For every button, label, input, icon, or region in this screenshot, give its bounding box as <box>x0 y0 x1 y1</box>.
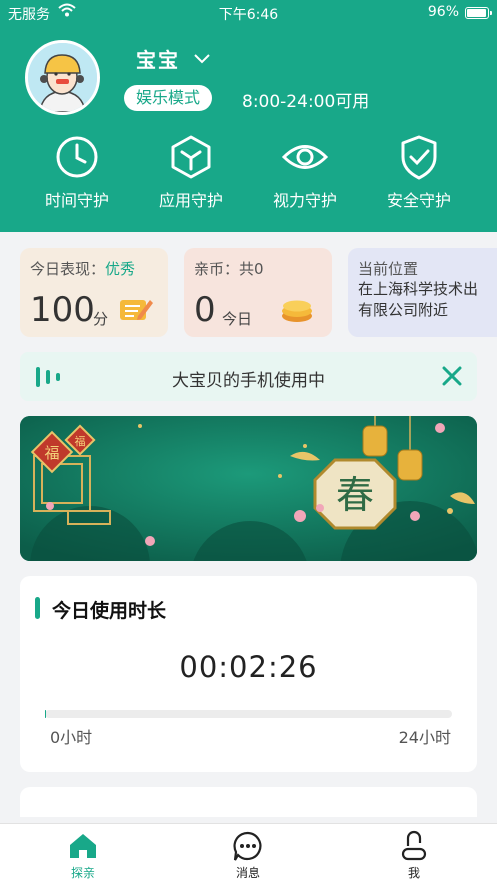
tab-me[interactable]: 我 <box>364 830 464 881</box>
svg-text:福: 福 <box>75 434 86 448</box>
performance-rating: 优秀 <box>105 260 136 278</box>
tab-home[interactable]: 探亲 <box>33 830 133 881</box>
tab-me-label: 我 <box>407 866 420 880</box>
battery-percent: 96% <box>427 4 459 20</box>
coin-card[interactable]: 亲币：共0 0 今日 <box>184 248 332 337</box>
header: 无服务 下午6:46 96% 宝宝 娱乐模式 8:00-24:00可用 时间守护… <box>0 0 497 232</box>
location-title: 当前位置 <box>358 260 419 278</box>
coin-stack-icon <box>282 300 312 322</box>
shield-check-icon <box>401 135 437 180</box>
tab-home-label: 探亲 <box>70 866 95 880</box>
svg-text:福: 福 <box>44 444 59 462</box>
svg-text:春: 春 <box>336 473 374 517</box>
performance-unit: 分 <box>93 310 109 328</box>
banner-illustration: 福 福 春 <box>20 416 477 561</box>
status-bar: 无服务 下午6:46 96% <box>0 0 497 26</box>
performance-score: 100 <box>30 290 95 330</box>
guard-app-button[interactable]: 应用守护 <box>141 133 241 211</box>
avatar[interactable] <box>25 40 100 115</box>
note-pencil-icon <box>120 300 153 320</box>
coin-title: 亲币：共0 <box>194 260 264 278</box>
notice-text: 大宝贝的手机使用中 <box>172 371 325 391</box>
eye-icon <box>281 145 329 169</box>
coin-value: 0 <box>194 290 216 330</box>
battery-icon <box>465 7 492 19</box>
guard-time-label: 时间守护 <box>44 191 109 210</box>
location-line-1: 在上海科学技术出 <box>358 280 479 298</box>
profile-icon <box>401 830 427 861</box>
available-time: 8:00-24:00可用 <box>242 92 370 112</box>
guard-vision-label: 视力守护 <box>272 191 337 210</box>
guard-safety-button[interactable]: 安全守护 <box>369 133 469 211</box>
location-line-2: 有限公司附近 <box>358 301 449 319</box>
usage-notice[interactable]: 大宝贝的手机使用中 <box>20 352 477 401</box>
title-accent-bar <box>35 597 40 619</box>
usage-min-label: 0小时 <box>50 728 93 747</box>
usage-progress-bar <box>45 710 452 718</box>
home-icon <box>70 834 96 858</box>
bottom-tab-bar: 探亲 消息 我 <box>0 823 497 883</box>
guard-app-label: 应用守护 <box>158 191 223 210</box>
usage-card: 今日使用时长 00:02:26 0小时 24小时 <box>20 576 477 772</box>
usage-max-label: 24小时 <box>398 728 451 747</box>
guard-safety-label: 安全守护 <box>386 191 451 210</box>
clock-text: 下午6:46 <box>218 7 279 23</box>
mode-badge[interactable]: 娱乐模式 <box>124 85 213 111</box>
coin-unit: 今日 <box>222 310 253 328</box>
close-icon[interactable] <box>441 365 463 387</box>
child-name[interactable]: 宝宝 <box>136 44 180 73</box>
guard-time-button[interactable]: 时间守护 <box>27 133 127 211</box>
performance-title: 今日表现：优秀 <box>30 260 136 278</box>
guard-vision-button[interactable]: 视力守护 <box>255 133 355 211</box>
message-icon <box>233 831 262 861</box>
app-box-icon <box>171 135 211 179</box>
spring-festival-banner[interactable]: 福 福 春 <box>20 416 477 561</box>
tab-messages[interactable]: 消息 <box>198 830 298 881</box>
clock-icon <box>56 136 98 178</box>
location-card[interactable]: 当前位置 在上海科学技术出 有限公司附近 <box>348 248 497 337</box>
tab-messages-label: 消息 <box>235 866 260 880</box>
next-card-peek <box>20 787 477 817</box>
performance-card[interactable]: 今日表现：优秀 100 分 <box>20 248 168 337</box>
usage-title: 今日使用时长 <box>52 600 167 622</box>
usage-duration: 00:02:26 <box>179 650 318 684</box>
chevron-down-icon[interactable] <box>192 48 212 68</box>
usage-progress-fill <box>45 710 46 718</box>
